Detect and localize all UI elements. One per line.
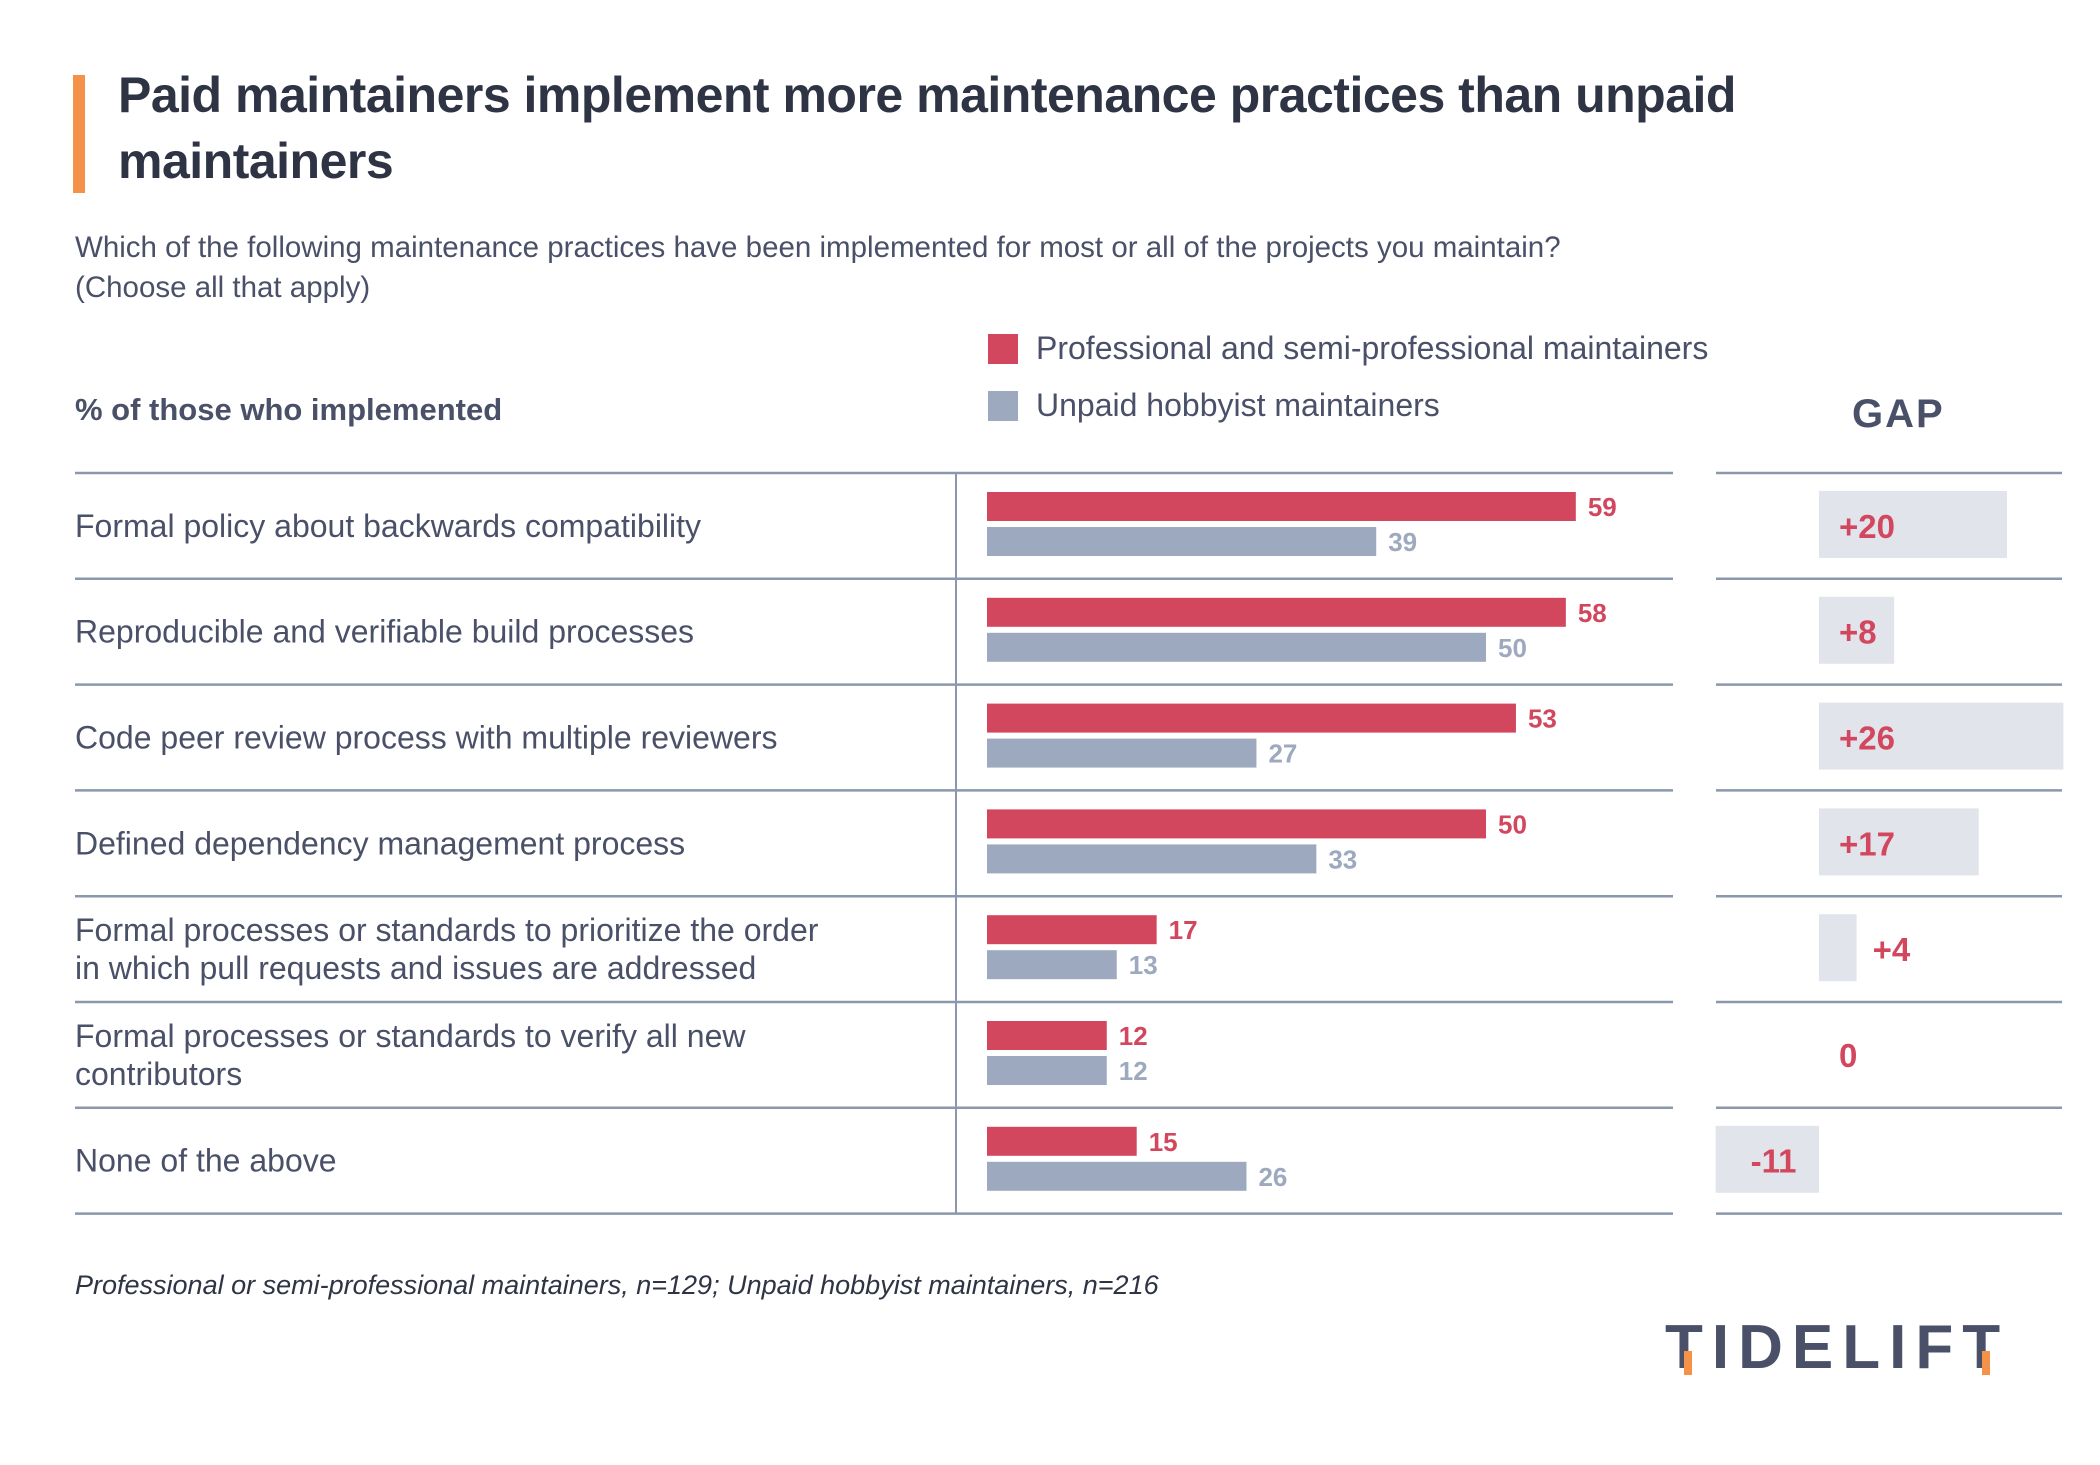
value-label-hobbyist: 50 — [1498, 633, 1527, 663]
value-label-professional: 53 — [1528, 704, 1557, 734]
bar-professional — [987, 915, 1157, 945]
logo-letter-t-end: T — [1962, 1313, 2010, 1382]
row-label: Formal processes or standards to verify … — [75, 1018, 746, 1092]
value-label-professional: 58 — [1578, 598, 1607, 628]
row-label-line: Formal processes or standards to verify … — [75, 1018, 746, 1054]
bar-professional — [987, 1021, 1107, 1050]
value-label-hobbyist: 13 — [1129, 950, 1158, 980]
value-label-professional: 59 — [1588, 492, 1617, 522]
row-label: Formal processes or standards to priorit… — [75, 912, 819, 986]
value-label-hobbyist: 12 — [1119, 1056, 1148, 1086]
row-label: Defined dependency management process — [75, 825, 685, 861]
row-label: Reproducible and verifiable build proces… — [75, 614, 694, 650]
value-label-professional: 17 — [1169, 915, 1198, 945]
gap-value-label: +20 — [1839, 508, 1895, 545]
bar-professional — [987, 492, 1576, 521]
gap-value-label: +8 — [1839, 614, 1877, 651]
gap-bar — [1819, 914, 1857, 982]
bar-hobbyist — [987, 1056, 1107, 1085]
bar-hobbyist — [987, 632, 1486, 662]
value-label-hobbyist: 39 — [1388, 527, 1417, 557]
value-label-hobbyist: 33 — [1328, 844, 1357, 874]
row-label-line: contributors — [75, 1056, 242, 1092]
logo-letter-t: T — [1665, 1313, 1712, 1382]
gap-value-label: +26 — [1839, 720, 1895, 757]
gap-value-label: +17 — [1839, 825, 1895, 862]
bar-professional — [987, 809, 1486, 839]
row-label: Formal policy about backwards compatibil… — [75, 508, 701, 544]
row-label: None of the above — [75, 1143, 337, 1179]
sample-size-footnote: Professional or semi-professional mainta… — [75, 1270, 1159, 1300]
bar-hobbyist — [987, 527, 1377, 556]
row-label-line: in which pull requests and issues are ad… — [75, 950, 756, 986]
bar-hobbyist — [987, 950, 1117, 980]
value-label-professional: 50 — [1498, 809, 1527, 839]
tidelift-logo: TIDELIFT — [1665, 1312, 2009, 1383]
bar-chart: Formal policy about backwards compatibil… — [75, 471, 2064, 1215]
value-label-hobbyist: 26 — [1258, 1162, 1287, 1192]
value-label-hobbyist: 27 — [1268, 739, 1297, 769]
gap-value-label: 0 — [1839, 1037, 1857, 1074]
bar-professional — [987, 597, 1566, 627]
bar-professional — [987, 1126, 1137, 1156]
gap-value-label: -11 — [1751, 1143, 1797, 1180]
bar-hobbyist — [987, 1161, 1247, 1191]
bar-hobbyist — [987, 738, 1257, 768]
logo-letters-mid: IDELIF — [1711, 1313, 1963, 1382]
value-label-professional: 15 — [1149, 1127, 1178, 1157]
value-label-professional: 12 — [1119, 1021, 1148, 1051]
gap-value-label: +4 — [1873, 931, 1911, 968]
row-label: Code peer review process with multiple r… — [75, 720, 778, 756]
bar-professional — [987, 703, 1516, 733]
row-label-line: Formal processes or standards to priorit… — [75, 912, 819, 948]
bar-hobbyist — [987, 844, 1317, 874]
